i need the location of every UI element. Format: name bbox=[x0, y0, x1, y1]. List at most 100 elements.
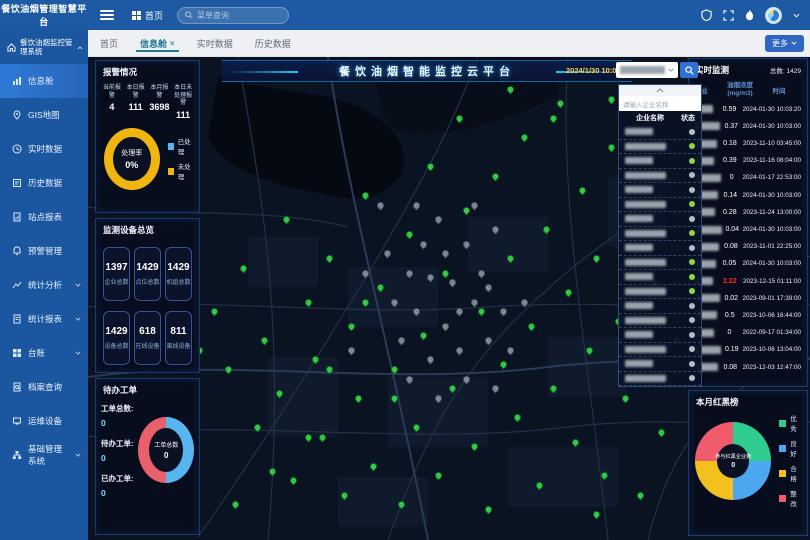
map-pin-green[interactable] bbox=[224, 365, 234, 375]
map-pin-gray[interactable] bbox=[491, 225, 501, 235]
map-pin-green[interactable] bbox=[505, 254, 515, 264]
map-pin-green[interactable] bbox=[448, 384, 458, 394]
realtime-row[interactable]: 0.392023-11-16 08:04:00 bbox=[689, 152, 807, 169]
sidebar-item-history[interactable]: 历史数据 bbox=[0, 166, 88, 200]
map-pin-green[interactable] bbox=[592, 510, 602, 520]
map-pin-green[interactable] bbox=[260, 336, 270, 346]
realtime-row[interactable]: 0.142024-01-30 10:03:00 bbox=[689, 187, 807, 204]
flame-icon[interactable] bbox=[745, 9, 754, 21]
map-pin-gray[interactable] bbox=[419, 239, 429, 249]
map-pin-green[interactable] bbox=[397, 500, 407, 510]
sidebar-item-chart[interactable]: 统计分析 bbox=[0, 268, 88, 302]
map-pin-gray[interactable] bbox=[404, 268, 414, 278]
company-list-item[interactable] bbox=[619, 241, 701, 256]
breadcrumb[interactable]: 首页 bbox=[132, 9, 163, 22]
map-pin-green[interactable] bbox=[476, 307, 486, 317]
map-pin-green[interactable] bbox=[549, 114, 559, 124]
map-pin-gray[interactable] bbox=[484, 336, 494, 346]
close-icon[interactable]: × bbox=[170, 39, 175, 48]
map-pin-green[interactable] bbox=[209, 307, 219, 317]
company-list-item[interactable] bbox=[619, 125, 701, 140]
company-select[interactable] bbox=[616, 62, 678, 78]
map-pin-gray[interactable] bbox=[491, 384, 501, 394]
map-pin-green[interactable] bbox=[635, 490, 645, 500]
realtime-row[interactable]: 02022-09-17 01:34:00 bbox=[689, 324, 807, 341]
map-pin-gray[interactable] bbox=[469, 200, 479, 210]
tab-首页[interactable]: 首页 bbox=[100, 30, 118, 56]
map-pin-gray[interactable] bbox=[498, 307, 508, 317]
sidebar-item-grid[interactable]: 台账 bbox=[0, 336, 88, 370]
sidebar-item-dashboard[interactable]: 信息舱 bbox=[0, 64, 88, 98]
realtime-row[interactable]: 0.022023-09-01 17:39:00 bbox=[689, 290, 807, 307]
map-pin-green[interactable] bbox=[346, 321, 356, 331]
shield-icon[interactable] bbox=[701, 9, 712, 21]
sidebar-system-header[interactable]: 餐饮油烟监控管理系统 bbox=[0, 30, 88, 64]
map-pin-green[interactable] bbox=[390, 394, 400, 404]
map-pin-gray[interactable] bbox=[433, 215, 443, 225]
map-pin-green[interactable] bbox=[570, 437, 580, 447]
map-pin-green[interactable] bbox=[361, 297, 371, 307]
company-list-item[interactable] bbox=[619, 343, 701, 358]
map-pin-gray[interactable] bbox=[411, 307, 421, 317]
sidebar-item-device[interactable]: 运维设备 bbox=[0, 404, 88, 438]
map-pin-green[interactable] bbox=[303, 432, 313, 442]
company-list-item[interactable] bbox=[619, 270, 701, 285]
company-list-item[interactable] bbox=[619, 256, 701, 271]
map-pin-green[interactable] bbox=[404, 229, 414, 239]
map-pin-green[interactable] bbox=[419, 331, 429, 341]
map-pin-gray[interactable] bbox=[476, 268, 486, 278]
realtime-row[interactable]: 0.042024-01-30 10:03:00 bbox=[689, 221, 807, 238]
map-pin-green[interactable] bbox=[541, 225, 551, 235]
company-list-item[interactable] bbox=[619, 357, 701, 372]
map-pin-green[interactable] bbox=[534, 481, 544, 491]
map-pin-gray[interactable] bbox=[520, 297, 530, 307]
map-pin-gray[interactable] bbox=[455, 307, 465, 317]
map-pin-green[interactable] bbox=[578, 186, 588, 196]
map-pin-gray[interactable] bbox=[346, 345, 356, 355]
map-pin-green[interactable] bbox=[606, 94, 616, 104]
map-pin-green[interactable] bbox=[549, 384, 559, 394]
avatar[interactable] bbox=[765, 7, 782, 24]
map-pin-green[interactable] bbox=[238, 263, 248, 273]
map-pin-gray[interactable] bbox=[361, 268, 371, 278]
map-pin-green[interactable] bbox=[318, 432, 328, 442]
realtime-row[interactable]: 2.222023-12-15 01:11:00 bbox=[689, 272, 807, 289]
company-list-item[interactable] bbox=[619, 198, 701, 213]
map-pin-green[interactable] bbox=[231, 500, 241, 510]
map-pin-green[interactable] bbox=[599, 471, 609, 481]
map-pin-green[interactable] bbox=[621, 394, 631, 404]
sidebar-item-doc[interactable]: 统计报表 bbox=[0, 302, 88, 336]
company-list-item[interactable] bbox=[619, 140, 701, 155]
map-pin-green[interactable] bbox=[281, 215, 291, 225]
map-pin-green[interactable] bbox=[361, 191, 371, 201]
map-pin-green[interactable] bbox=[527, 321, 537, 331]
realtime-row[interactable]: 0.052024-01-30 10:03:00 bbox=[689, 255, 807, 272]
map-pin-gray[interactable] bbox=[455, 345, 465, 355]
map-pin-gray[interactable] bbox=[433, 394, 443, 404]
sidebar-item-sitemap[interactable]: 基础管理系统 bbox=[0, 438, 88, 472]
map-pin-gray[interactable] bbox=[440, 321, 450, 331]
realtime-row[interactable]: 0.082023-11-01 22:25:00 bbox=[689, 238, 807, 255]
map-pin-green[interactable] bbox=[411, 423, 421, 433]
company-list-item[interactable] bbox=[619, 285, 701, 300]
realtime-row[interactable]: 0.592024-01-30 10:03:20 bbox=[689, 101, 807, 118]
realtime-row[interactable]: 0.372024-01-30 10:03:00 bbox=[689, 118, 807, 135]
map-pin-green[interactable] bbox=[325, 254, 335, 264]
company-list-item[interactable] bbox=[619, 212, 701, 227]
company-list-item[interactable] bbox=[619, 154, 701, 169]
map-pin-green[interactable] bbox=[505, 85, 515, 95]
map-pin-green[interactable] bbox=[433, 471, 443, 481]
map-pin-green[interactable] bbox=[426, 162, 436, 172]
map-pin-green[interactable] bbox=[469, 442, 479, 452]
map-pin-green[interactable] bbox=[484, 505, 494, 515]
map-pin-green[interactable] bbox=[289, 476, 299, 486]
company-list-item[interactable] bbox=[619, 227, 701, 242]
more-button[interactable]: 更多 bbox=[765, 35, 804, 52]
map-pin-gray[interactable] bbox=[390, 297, 400, 307]
company-list-item[interactable] bbox=[619, 328, 701, 343]
map-pin-green[interactable] bbox=[498, 360, 508, 370]
map-pin-gray[interactable] bbox=[383, 249, 393, 259]
tab-信息舱[interactable]: 信息舱× bbox=[140, 30, 175, 56]
fullscreen-icon[interactable] bbox=[723, 10, 734, 21]
company-list-item[interactable] bbox=[619, 372, 701, 387]
